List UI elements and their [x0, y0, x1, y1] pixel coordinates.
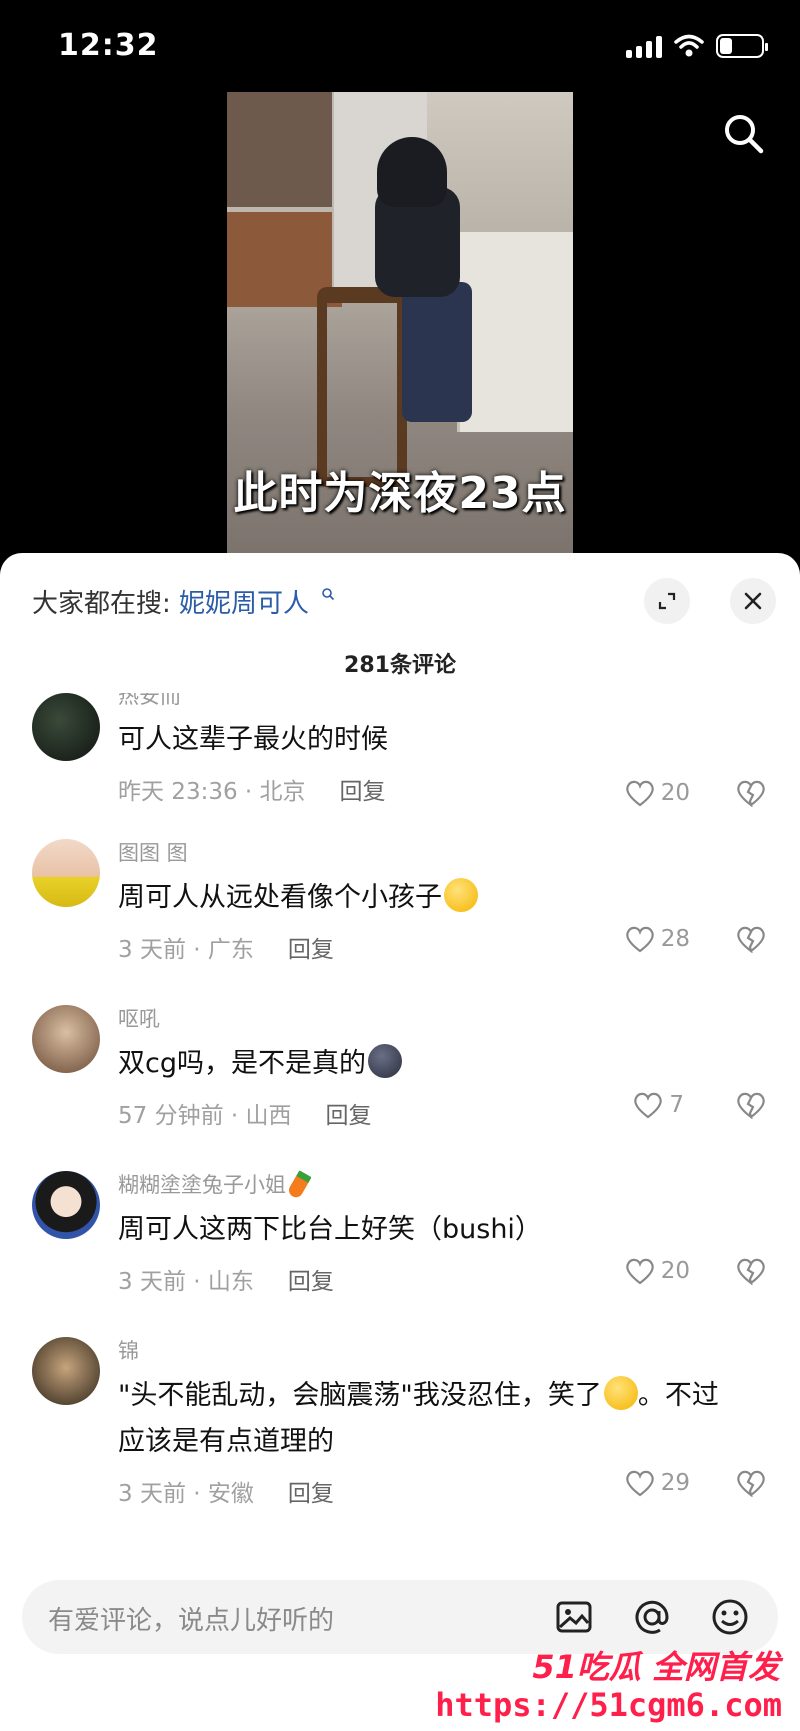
- close-icon: [744, 592, 762, 610]
- comment-item: 呕吼 双cg吗，是不是真的 57 分钟前 · 山西 回复 7: [0, 1003, 800, 1169]
- comment-text: 双cg吗，是不是真的: [118, 1041, 760, 1087]
- watermark-url: https://51cgm6.com: [435, 1686, 782, 1724]
- watermark-title: 51吃瓜 全网首发: [532, 1648, 780, 1686]
- heart-icon: [625, 780, 654, 807]
- comment-input-placeholder: 有爱评论，说点儿好听的: [48, 1606, 335, 1636]
- like-count: 29: [660, 1470, 690, 1496]
- like-button[interactable]: 20: [625, 1257, 690, 1285]
- reply-button[interactable]: 回复: [340, 772, 386, 806]
- dislike-icon[interactable]: [736, 1469, 766, 1497]
- search-suggestion[interactable]: 大家都在搜: 妮妮周可人: [32, 583, 335, 620]
- comment-time-location: 3 天前 · 安徽: [118, 1481, 254, 1507]
- avatar[interactable]: [32, 693, 100, 761]
- like-count: 20: [660, 1258, 690, 1284]
- video-shelf: [227, 92, 332, 207]
- search-suggestion-keyword[interactable]: 妮妮周可人: [179, 589, 309, 619]
- dislike-icon[interactable]: [736, 1257, 766, 1285]
- comment-text: 可人这辈子最火的时候: [118, 724, 388, 755]
- comment-author[interactable]: 锦: [118, 1335, 760, 1367]
- carrot-emoji-icon: [286, 1170, 312, 1200]
- dislike-icon[interactable]: [736, 1091, 766, 1119]
- search-suggestion-prefix: 大家都在搜:: [32, 589, 171, 619]
- comment-author[interactable]: 图图 图: [118, 837, 760, 869]
- comment-author[interactable]: 糊糊塗塗兔子小姐: [118, 1169, 760, 1201]
- wifi-icon: [674, 34, 704, 57]
- like-count: 7: [669, 1092, 684, 1118]
- comment-author[interactable]: 呕吼: [118, 1003, 760, 1035]
- comment-author-name: 糊糊塗塗兔子小姐: [118, 1173, 286, 1197]
- video-island: [457, 232, 573, 432]
- comment-time-location: 3 天前 · 广东: [118, 937, 254, 963]
- comment-item: 锦 "头不能乱动，会脑震荡"我没忍住，笑了 。不过 应该是有点道理的 3 天前 ·…: [0, 1335, 800, 1545]
- reply-button[interactable]: 回复: [288, 1262, 334, 1296]
- comment-text: "头不能乱动，会脑震荡"我没忍住，笑了 。不过 应该是有点道理的: [118, 1373, 760, 1465]
- status-icons: [626, 34, 768, 58]
- search-icon[interactable]: [720, 110, 768, 158]
- small-search-icon: [322, 588, 335, 601]
- reply-button[interactable]: 回复: [288, 930, 334, 964]
- comment-text-line1-tail: 。不过: [637, 1380, 719, 1411]
- avatar[interactable]: [32, 1171, 100, 1239]
- avatar[interactable]: [32, 1005, 100, 1073]
- like-button[interactable]: 20: [625, 779, 690, 807]
- like-button[interactable]: 28: [625, 925, 690, 953]
- status-bar: 12:32: [0, 0, 800, 90]
- video-person-legs: [402, 282, 472, 422]
- expand-button[interactable]: [644, 578, 690, 624]
- emoji-icon[interactable]: [710, 1597, 750, 1637]
- comment-text: 周可人从远处看像个小孩子: [118, 875, 760, 921]
- dislike-icon[interactable]: [736, 779, 766, 807]
- cellular-signal-icon: [626, 34, 662, 58]
- like-button[interactable]: 29: [625, 1469, 690, 1497]
- video-frame[interactable]: 此时为深夜23点: [227, 92, 573, 554]
- heart-icon: [625, 1258, 654, 1285]
- reply-button[interactable]: 回复: [288, 1474, 334, 1508]
- comment-item: 热安而 可人这辈子最火的时候 昨天 23:36 · 北京 回复 20: [0, 693, 800, 837]
- watermark: 51吃瓜 全网首发 https://51cgm6.com: [435, 1642, 792, 1728]
- like-count: 28: [660, 926, 690, 952]
- comment-text-content: 双cg吗，是不是真的: [118, 1048, 366, 1079]
- comment-text-content: 周可人从远处看像个小孩子: [118, 882, 442, 913]
- status-time: 12:32: [58, 28, 159, 63]
- comment-author[interactable]: 热安而: [118, 693, 760, 711]
- battery-icon: [716, 34, 768, 58]
- comment-time-location: 3 天前 · 山东: [118, 1269, 254, 1295]
- avatar[interactable]: [32, 839, 100, 907]
- shocked-emoji-icon: [444, 878, 478, 912]
- like-button[interactable]: 7: [633, 1091, 684, 1119]
- comment-sheet: 大家都在搜: 妮妮周可人 281条评论 热安而 可人这辈子最火的时候 昨天 23…: [0, 553, 800, 1731]
- laughing-sweat-emoji-icon: [603, 1376, 638, 1410]
- image-icon[interactable]: [554, 1597, 594, 1637]
- heart-icon: [625, 926, 654, 953]
- comment-count: 281条评论: [344, 653, 456, 678]
- comment-item: 图图 图 周可人从远处看像个小孩子 3 天前 · 广东 回复 28: [0, 837, 800, 1003]
- sheet-header: 大家都在搜: 妮妮周可人: [0, 553, 800, 633]
- avatar[interactable]: [32, 1337, 100, 1405]
- dislike-icon[interactable]: [736, 925, 766, 953]
- like-count: 20: [660, 780, 690, 806]
- reply-button[interactable]: 回复: [326, 1096, 372, 1130]
- heart-icon: [625, 1470, 654, 1497]
- comment-text-line1: "头不能乱动，会脑震荡"我没忍住，笑了: [118, 1380, 602, 1411]
- mention-icon[interactable]: [632, 1597, 672, 1637]
- comment-time-location: 昨天 23:36 · 北京: [118, 779, 306, 805]
- comment-text: 周可人这两下比台上好笑（bushi）: [118, 1214, 542, 1245]
- close-button[interactable]: [730, 578, 776, 624]
- comment-time-location: 57 分钟前 · 山西: [118, 1103, 292, 1129]
- comment-item: 糊糊塗塗兔子小姐 周可人这两下比台上好笑（bushi） 3 天前 · 山东 回复…: [0, 1169, 800, 1335]
- comment-text-line2: 应该是有点道理的: [118, 1426, 334, 1457]
- dark-blob-emoji-icon: [367, 1044, 402, 1078]
- video-person-head: [377, 137, 447, 207]
- comment-list[interactable]: 热安而 可人这辈子最火的时候 昨天 23:36 · 北京 回复 20 图图 图 …: [0, 693, 800, 1563]
- expand-icon: [658, 592, 676, 610]
- heart-icon: [634, 1092, 663, 1119]
- video-subtitle: 此时为深夜23点: [233, 468, 567, 519]
